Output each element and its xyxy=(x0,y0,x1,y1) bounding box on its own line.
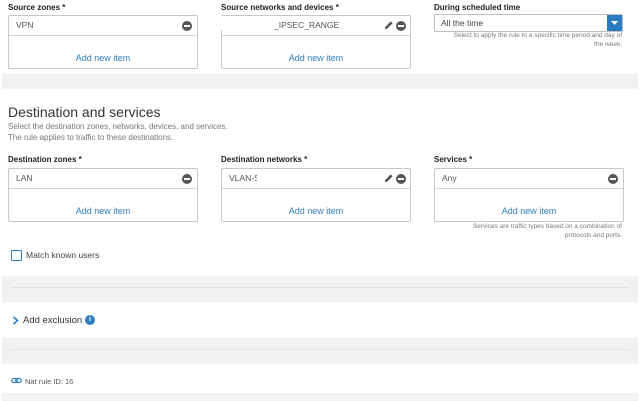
services-help-text: Services are traffic types based on a co… xyxy=(472,223,622,239)
source-network-value: _IPSEC_RANGE xyxy=(274,20,340,30)
nat-rule-id-label: Nat rule ID: 16 xyxy=(25,377,74,386)
destination-zones-label: Destination zones * xyxy=(8,155,82,164)
destination-network-value: VLAN-S xyxy=(229,173,260,183)
source-networks-label: Source networks and devices * xyxy=(221,3,339,12)
redaction-mask xyxy=(203,16,271,30)
destination-description-line2: The rule applies to traffic to these des… xyxy=(8,133,174,142)
remove-icon[interactable] xyxy=(182,174,192,184)
match-known-users-label: Match known users xyxy=(26,250,100,260)
divider xyxy=(10,287,630,288)
edit-pencil-icon[interactable] xyxy=(383,20,394,31)
add-destination-zone-button[interactable]: Add new item xyxy=(9,202,197,221)
schedule-label: During scheduled time xyxy=(434,3,521,12)
schedule-select[interactable]: All the time xyxy=(434,14,623,32)
link-icon xyxy=(11,377,22,384)
services-box: Any Add new item xyxy=(434,168,624,222)
destination-description-line1: Select the destination zones, networks, … xyxy=(8,122,228,131)
divider xyxy=(10,349,630,350)
destination-zone-value: LAN xyxy=(16,173,33,183)
remove-icon[interactable] xyxy=(608,174,618,184)
add-exclusion-label: Add exclusion xyxy=(23,315,83,326)
destination-networks-label: Destination networks * xyxy=(221,155,308,164)
redaction-mask xyxy=(265,99,337,115)
source-zones-label: Source zones * xyxy=(8,3,66,12)
remove-icon[interactable] xyxy=(396,174,406,184)
bottom-panel xyxy=(2,393,638,401)
add-destination-network-button[interactable]: Add new item xyxy=(222,202,410,221)
redaction-mask xyxy=(257,170,325,184)
source-zones-box: VPN Add new item xyxy=(8,15,198,69)
section-separator xyxy=(2,276,638,302)
remove-icon[interactable] xyxy=(396,21,406,31)
service-item: Any xyxy=(435,169,623,189)
add-service-button[interactable]: Add new item xyxy=(435,202,623,221)
match-known-users-checkbox[interactable] xyxy=(11,250,22,261)
service-value: Any xyxy=(442,173,457,183)
add-source-network-button[interactable]: Add new item xyxy=(222,49,410,68)
destination-section-title: Destination and services xyxy=(8,104,161,120)
schedule-selected-value: All the time xyxy=(441,18,484,28)
edit-pencil-icon[interactable] xyxy=(383,173,394,184)
destination-zones-box: LAN Add new item xyxy=(8,168,198,222)
section-separator xyxy=(2,74,638,89)
chevron-down-icon xyxy=(611,21,618,25)
source-zone-item: VPN xyxy=(9,16,197,36)
add-source-zone-button[interactable]: Add new item xyxy=(9,49,197,68)
dropdown-toggle[interactable] xyxy=(607,15,622,31)
remove-icon[interactable] xyxy=(182,21,192,31)
destination-zone-item: LAN xyxy=(9,169,197,189)
info-icon[interactable]: i xyxy=(85,315,95,325)
schedule-help-text: Select to apply the rule to a specific t… xyxy=(453,32,622,48)
source-zone-value: VPN xyxy=(16,20,34,30)
section-separator xyxy=(2,338,638,364)
chevron-right-icon xyxy=(12,316,19,325)
services-label: Services * xyxy=(434,155,473,164)
